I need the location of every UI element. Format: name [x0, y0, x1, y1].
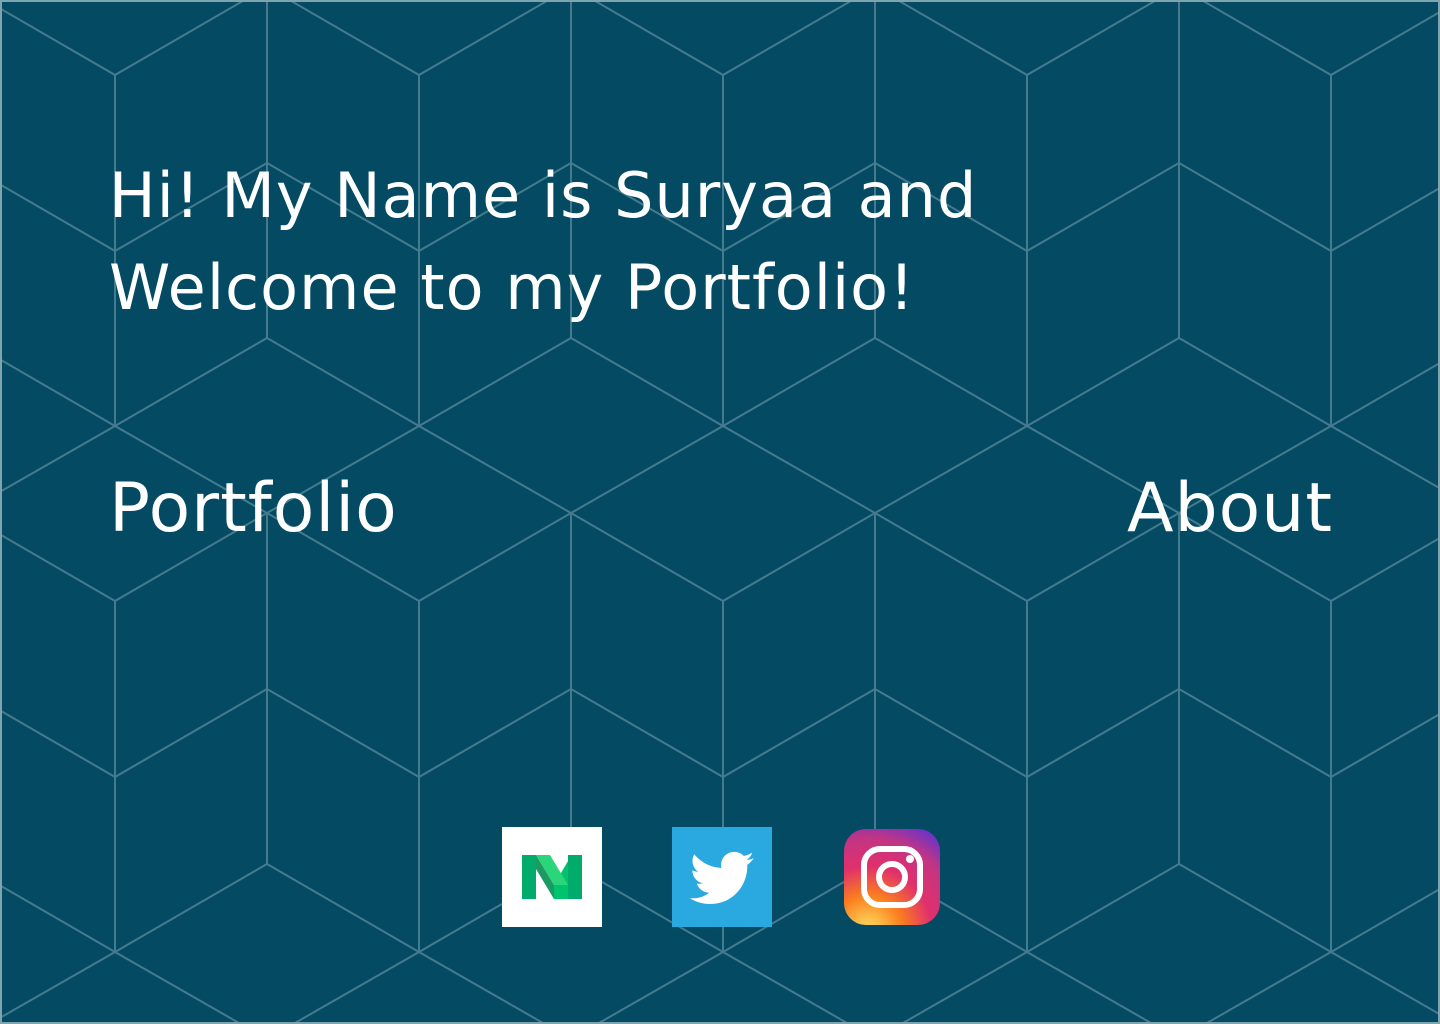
social-links: [502, 827, 942, 927]
twitter-icon: [672, 827, 772, 927]
portfolio-landing-page: Hi! My Name is Suryaa and Welcome to my …: [0, 0, 1440, 1024]
nav-link-portfolio[interactable]: Portfolio: [109, 465, 398, 553]
hero-line-1: Hi! My Name is Suryaa and: [109, 159, 978, 232]
hero-line-2: Welcome to my Portfolio!: [109, 251, 915, 324]
nav-link-about[interactable]: About: [1127, 465, 1333, 553]
hero-headline: Hi! My Name is Suryaa and Welcome to my …: [109, 150, 1209, 334]
instagram-icon: [844, 829, 940, 925]
medium-icon: [502, 827, 602, 927]
medium-link[interactable]: [502, 827, 602, 927]
instagram-link[interactable]: [842, 827, 942, 927]
twitter-link[interactable]: [672, 827, 772, 927]
